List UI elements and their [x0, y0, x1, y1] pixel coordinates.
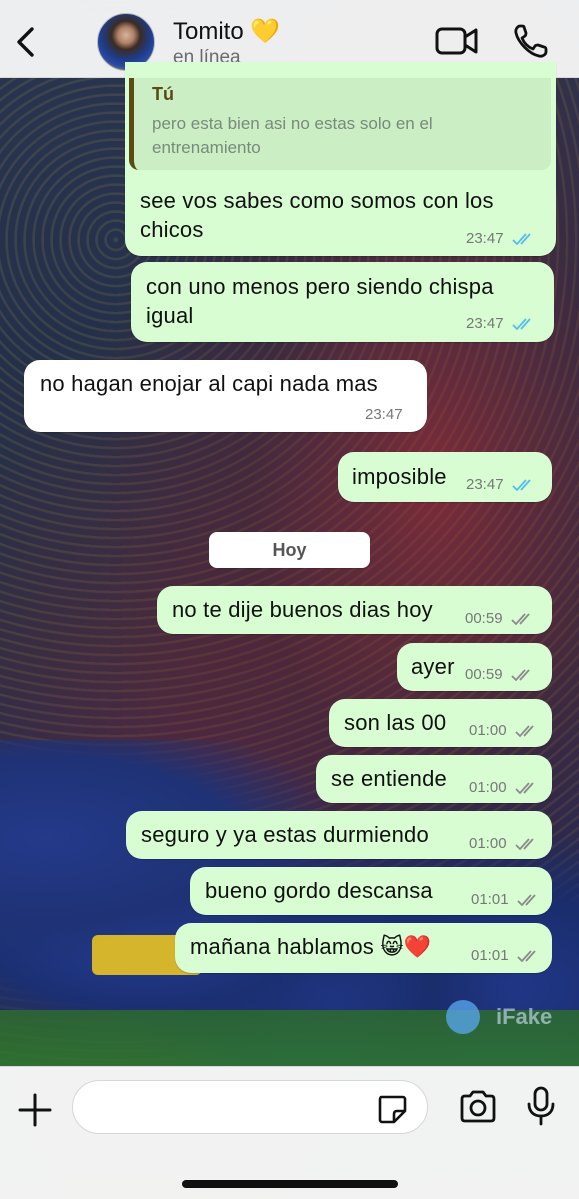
- back-button[interactable]: [12, 24, 42, 60]
- message-input-container[interactable]: [72, 1080, 428, 1134]
- read-ticks-icon: [512, 233, 531, 246]
- message-time: 23:47: [365, 406, 403, 423]
- ifake-watermark: iFake: [446, 998, 566, 1038]
- microphone-button[interactable]: [524, 1085, 558, 1127]
- message-meta: 01:00: [469, 779, 541, 796]
- message-input[interactable]: [91, 1091, 371, 1125]
- chevron-left-icon: [17, 27, 34, 57]
- read-ticks-icon: [512, 479, 531, 492]
- home-indicator[interactable]: [182, 1180, 398, 1188]
- watermark-text: iFake: [496, 1004, 553, 1029]
- microphone-icon: [527, 1086, 555, 1126]
- message-meta: 01:00: [469, 835, 541, 852]
- delivered-ticks-icon: [515, 725, 534, 738]
- sticker-icon: [378, 1095, 407, 1124]
- message-meta: 01:00: [469, 722, 541, 739]
- message-meta: 00:59: [465, 610, 537, 627]
- message-text: ayer: [411, 654, 455, 679]
- message-time: 01:00: [469, 779, 507, 796]
- day-separator: Hoy: [209, 532, 370, 568]
- message-time: 00:59: [465, 666, 503, 683]
- message-meta: 23:47: [466, 230, 538, 247]
- message-meta: 23:47: [466, 315, 538, 332]
- phone-icon: [514, 24, 548, 58]
- message-time: 23:47: [466, 230, 504, 247]
- camera-icon: [460, 1090, 496, 1123]
- attach-button[interactable]: [16, 1091, 54, 1129]
- delivered-ticks-icon: [517, 950, 536, 963]
- plus-icon: [18, 1093, 52, 1127]
- composer-bar: [0, 1066, 579, 1199]
- video-call-button[interactable]: [434, 24, 480, 58]
- quoted-text: pero esta bien asi no estas solo en el e…: [152, 114, 433, 157]
- message-meta: 23:47: [466, 476, 538, 493]
- message-time: 01:01: [471, 891, 509, 908]
- quoted-message[interactable]: Tú pero esta bien asi no estas solo en e…: [129, 78, 551, 170]
- quoted-author: Tú: [152, 84, 174, 104]
- message-time: 23:47: [466, 315, 504, 332]
- video-camera-icon: [435, 27, 478, 55]
- smiley-icon: [446, 1000, 480, 1034]
- voice-call-button[interactable]: [512, 22, 550, 60]
- message-meta: 01:01: [471, 947, 543, 964]
- message-text: no hagan enojar al capi nada mas: [40, 371, 378, 396]
- delivered-ticks-icon: [515, 782, 534, 795]
- message-text: se entiende: [331, 766, 447, 791]
- message-text: imposible: [352, 464, 447, 489]
- message-time: 00:59: [465, 610, 503, 627]
- contact-name[interactable]: Tomito 💛: [173, 17, 280, 46]
- message-text: no te dije buenos dias hoy: [172, 597, 433, 622]
- camera-button[interactable]: [458, 1087, 498, 1127]
- message-meta: 00:59: [465, 666, 537, 683]
- message-time: 23:47: [466, 476, 504, 493]
- sticker-button[interactable]: [375, 1092, 409, 1126]
- message-time: 01:01: [471, 947, 509, 964]
- message-text: son las 00: [344, 710, 447, 735]
- delivered-ticks-icon: [511, 669, 530, 682]
- read-ticks-icon: [512, 318, 531, 331]
- delivered-ticks-icon: [517, 894, 536, 907]
- delivered-ticks-icon: [511, 613, 530, 626]
- message-text: bueno gordo descansa: [205, 878, 433, 903]
- delivered-ticks-icon: [515, 838, 534, 851]
- message-time: 01:00: [469, 722, 507, 739]
- message-time: 01:00: [469, 835, 507, 852]
- message-text: mañana hablamos 😸❤️: [190, 934, 432, 959]
- message-text: seguro y ya estas durmiendo: [141, 822, 429, 847]
- message-meta: 01:01: [471, 891, 543, 908]
